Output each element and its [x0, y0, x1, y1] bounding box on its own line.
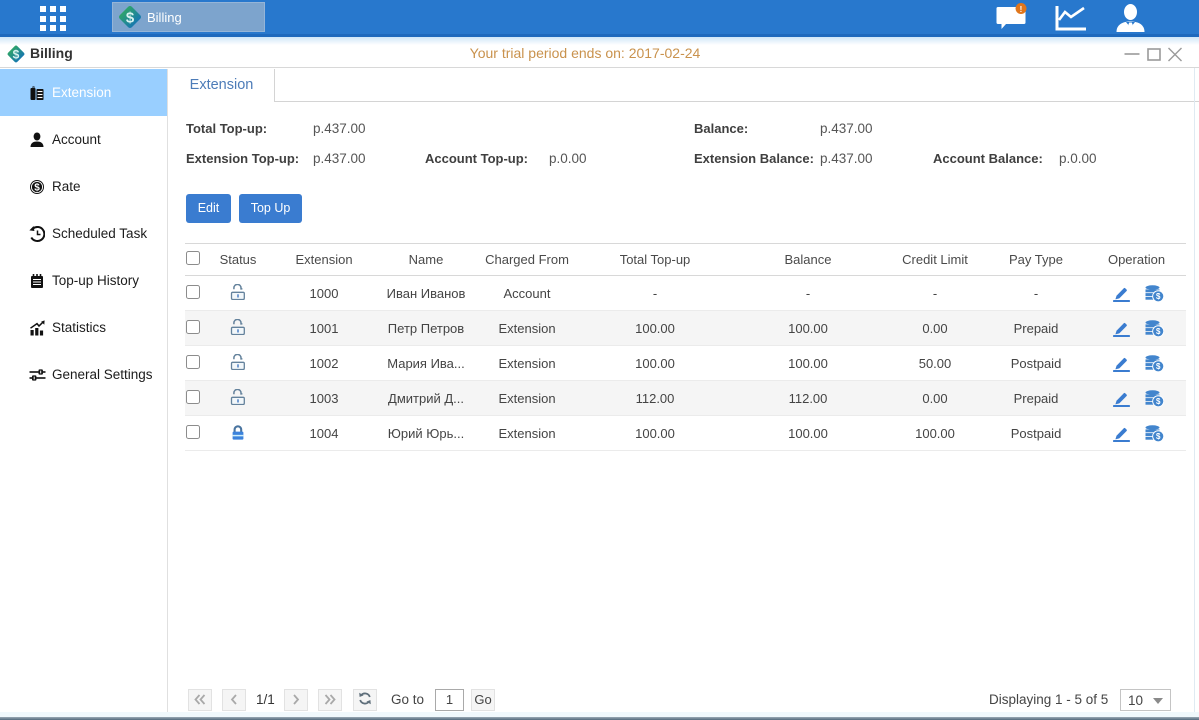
svg-text:$: $: [1155, 432, 1160, 441]
svg-text:$: $: [1155, 362, 1160, 371]
svg-text:$: $: [1155, 292, 1160, 301]
svg-text:!: !: [1020, 5, 1023, 14]
svg-text:$: $: [1155, 327, 1160, 336]
svg-text:$: $: [34, 182, 40, 193]
svg-text:$: $: [1155, 397, 1160, 406]
svg-text:$: $: [126, 10, 135, 27]
